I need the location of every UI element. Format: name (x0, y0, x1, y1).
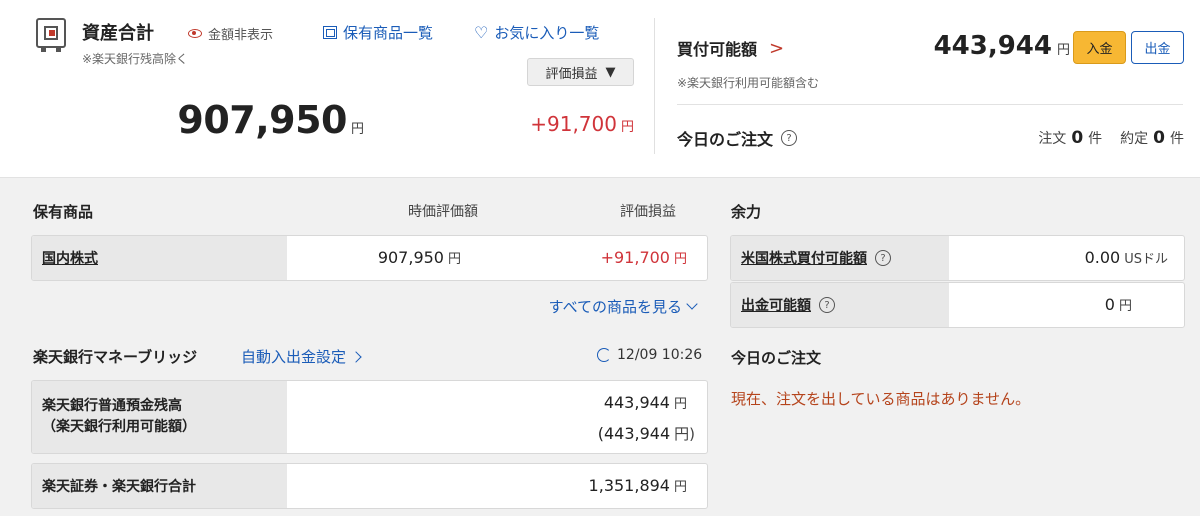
refresh-button[interactable]: 12/09 10:26 (597, 347, 702, 363)
hide-amount-toggle[interactable]: 金額非表示 (188, 24, 273, 43)
help-icon[interactable]: ? (819, 297, 835, 313)
buying-power-link[interactable]: 買付可能額 > (677, 36, 784, 60)
no-orders-message: 現在、注文を出している商品はありません。 (731, 390, 1031, 408)
order-label: 注文 (1038, 131, 1067, 147)
see-all-label: すべての商品を見る (548, 298, 682, 316)
today-orders-panel-title: 今日のご注文 (731, 349, 822, 367)
holding-profit: +91,700 円 (600, 248, 687, 267)
capacity-row-us-stock: 米国株式買付可能額 ? 0.00 USドル (730, 235, 1185, 281)
heart-icon: ♡ (474, 22, 489, 42)
eval-dropdown-label: 評価損益 (545, 66, 598, 82)
today-orders-title: 今日のご注文 (677, 130, 774, 149)
profit-header: 評価損益 (620, 204, 676, 220)
order-count-unit: 件 (1088, 131, 1103, 147)
chevron-right-icon: > (769, 37, 785, 59)
combined-total-label: 楽天証券・楽天銀行合計 (32, 464, 287, 508)
see-all-holdings-link[interactable]: すべての商品を見る (548, 296, 698, 317)
help-icon[interactable]: ? (875, 250, 891, 266)
buying-power-note: ※楽天銀行利用可能額含む (677, 76, 820, 90)
capacity-row-withdrawable: 出金可能額 ? 0 円 (730, 282, 1185, 328)
capacity-value-us: 0.00 USドル (1084, 248, 1168, 267)
bank-available-value: (443,944 円) (597, 424, 695, 443)
safe-icon (36, 18, 66, 52)
asset-total-number: 907,950 (177, 98, 347, 142)
asset-profit-value: +91,700 円 (530, 112, 634, 136)
today-orders-heading: 今日のご注文 ? (677, 126, 798, 150)
asset-total-unit: 円 (350, 122, 364, 137)
asset-note: ※楽天銀行残高除く (82, 52, 189, 66)
capacity-title: 余力 (731, 203, 762, 221)
bank-balance-label: 楽天銀行普通預金残高 （楽天銀行利用可能額） (32, 381, 287, 453)
chevron-down-icon (686, 298, 698, 310)
capacity-value-withdrawable: 0 円 (1104, 295, 1132, 314)
auto-transfer-label: 自動入出金設定 (241, 348, 347, 366)
asset-profit-number: +91,700 (530, 112, 617, 136)
triangle-down-icon: ▼ (605, 64, 616, 80)
asset-total-title: 資産合計 (82, 23, 154, 44)
buying-power-value: 443,944 円 (934, 31, 1070, 61)
deposit-button[interactable]: 入金 (1073, 31, 1126, 64)
favorites-link[interactable]: ♡ お気に入り一覧 (474, 22, 599, 43)
holdings-list-link[interactable]: 保有商品一覧 (323, 22, 433, 43)
bank-balance-value: 443,944 円 (603, 393, 687, 412)
buying-power-number: 443,944 (933, 31, 1052, 61)
bank-balance-row: 楽天銀行普通預金残高 （楽天銀行利用可能額） 443,944 円 (443,94… (31, 380, 708, 454)
vertical-divider (654, 18, 655, 154)
order-count: 0 (1071, 128, 1084, 148)
help-icon[interactable]: ? (781, 130, 798, 146)
executed-count: 0 (1153, 128, 1165, 148)
summary-panel: 資産合計 金額非表示 ※楽天銀行残高除く 保有商品一覧 ♡ お気に入り一覧 評価… (0, 0, 1200, 178)
chevron-right-icon (350, 350, 362, 363)
holding-market-value: 907,950 円 (377, 248, 461, 267)
market-value-header: 時価評価額 (408, 204, 478, 220)
buying-power-unit: 円 (1056, 43, 1070, 58)
order-counts: 注文 0 件 約定 0 件 (1038, 128, 1184, 148)
hide-amount-label: 金額非表示 (208, 28, 274, 43)
auto-transfer-settings-link[interactable]: 自動入出金設定 (241, 346, 362, 367)
buying-power-title: 買付可能額 (677, 40, 758, 59)
holding-row-domestic-stock[interactable]: 国内株式 907,950 円 +91,700 円 (31, 235, 708, 281)
withdraw-button[interactable]: 出金 (1131, 31, 1184, 64)
asset-profit-unit: 円 (620, 120, 634, 135)
executed-count-unit: 件 (1170, 131, 1184, 147)
eval-dropdown[interactable]: 評価損益 ▼ (527, 58, 634, 86)
holding-label[interactable]: 国内株式 (32, 236, 287, 280)
refresh-icon (597, 348, 611, 362)
horizontal-divider (677, 104, 1183, 105)
asset-total-value: 907,950 円 (177, 98, 364, 142)
list-icon (323, 26, 337, 39)
money-bridge-title: 楽天銀行マネーブリッジ (33, 348, 198, 366)
eye-icon (188, 29, 202, 38)
capacity-label-withdrawable[interactable]: 出金可能額 ? (731, 283, 949, 327)
updated-time: 12/09 10:26 (617, 347, 703, 363)
executed-label: 約定 (1120, 131, 1149, 147)
capacity-label-us[interactable]: 米国株式買付可能額 ? (731, 236, 949, 280)
holdings-list-label: 保有商品一覧 (343, 24, 434, 42)
combined-total-row: 楽天証券・楽天銀行合計 1,351,894 円 (31, 463, 708, 509)
combined-total-value: 1,351,894 円 (588, 476, 687, 495)
favorites-label: お気に入り一覧 (494, 24, 600, 42)
holdings-title: 保有商品 (33, 203, 94, 221)
